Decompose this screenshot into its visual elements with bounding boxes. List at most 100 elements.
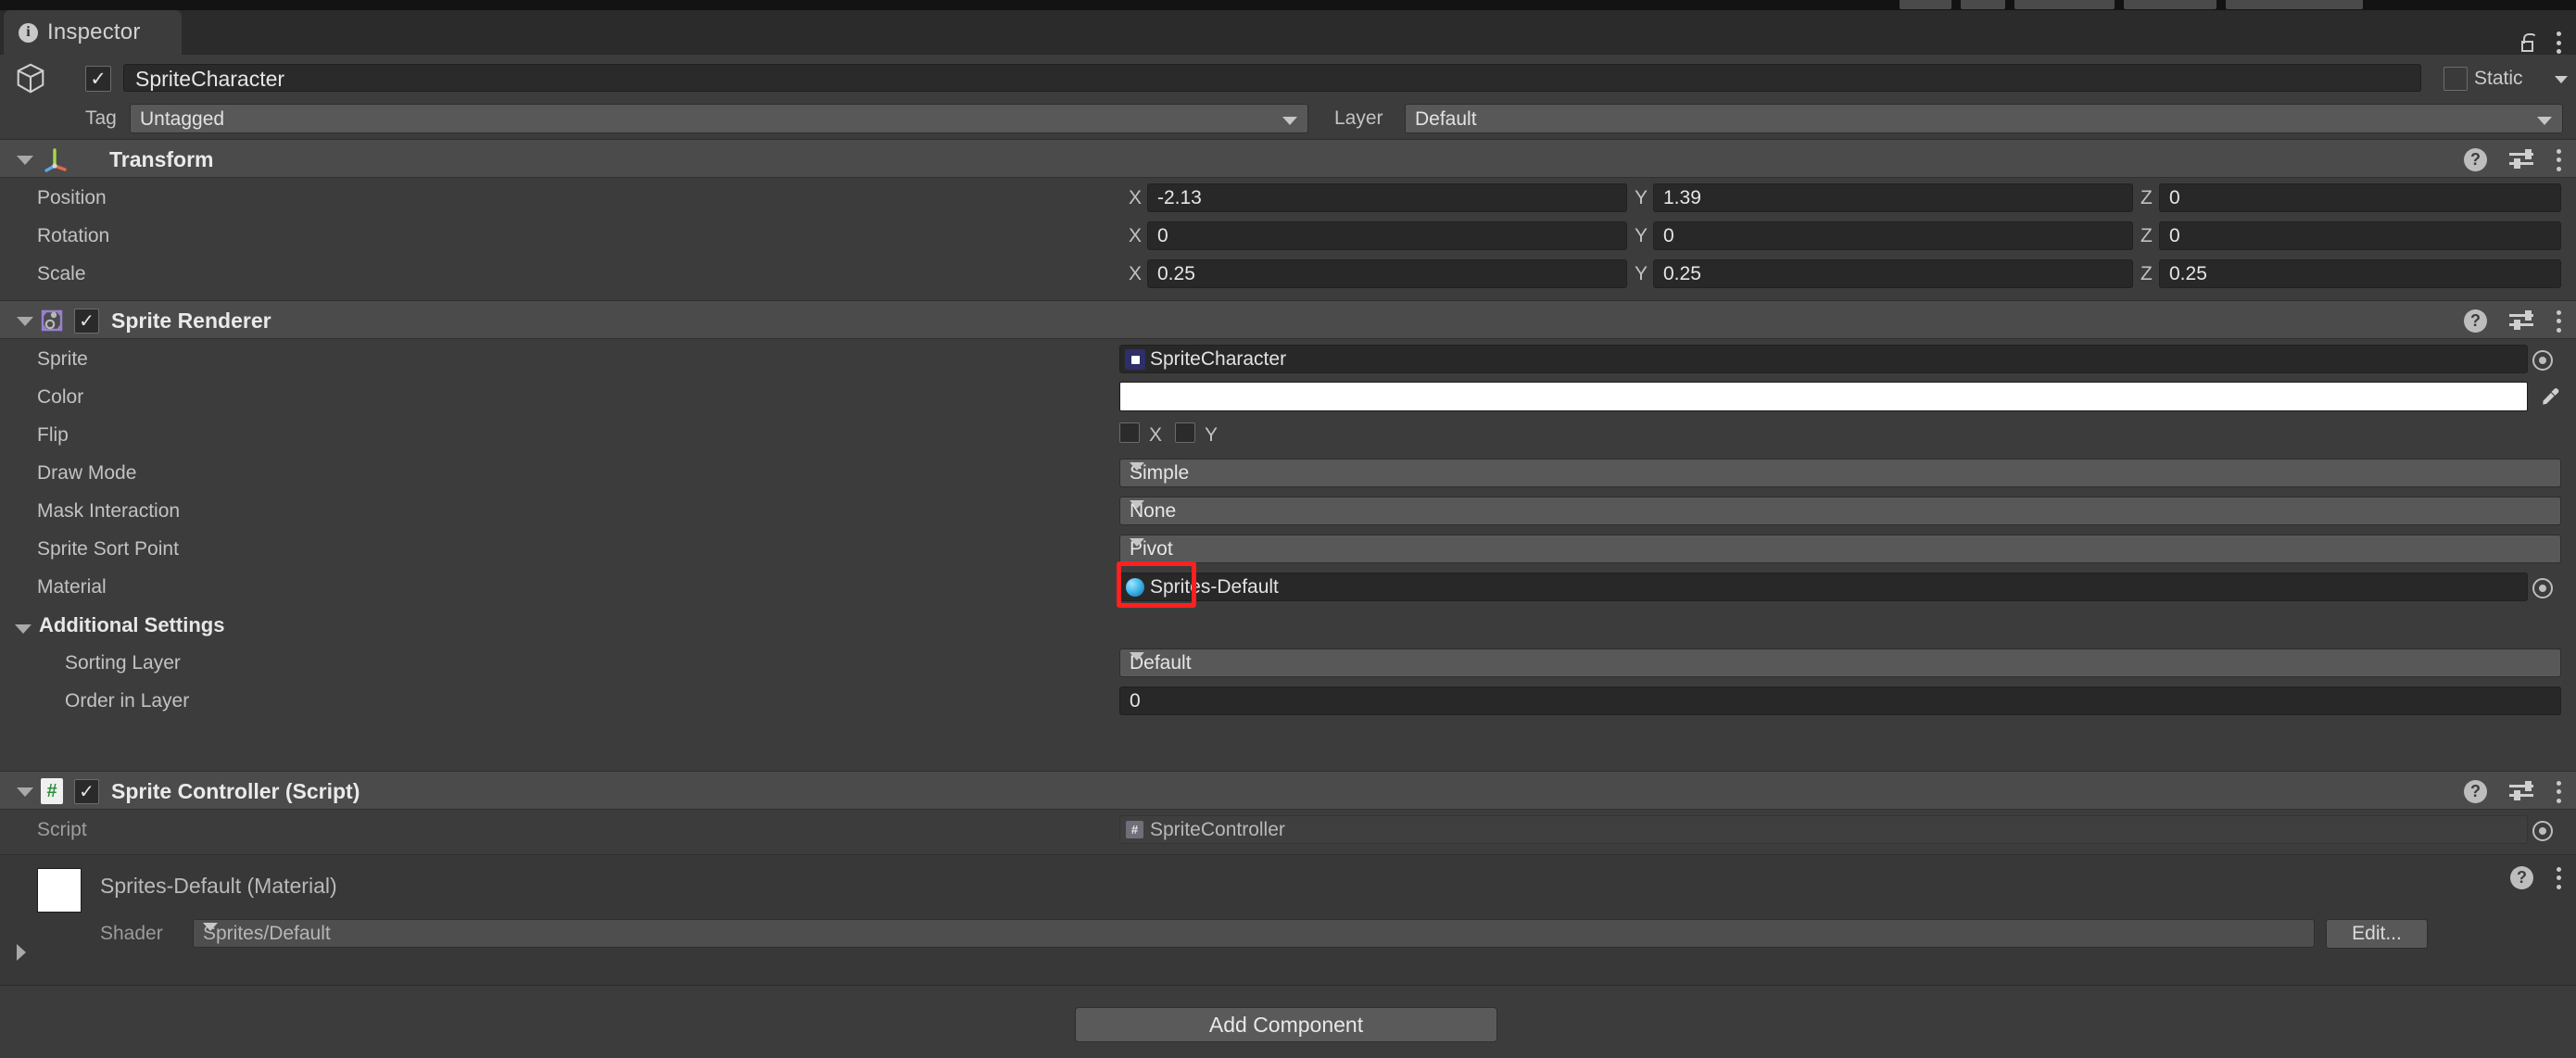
toolbar-button-2[interactable] <box>1961 0 2005 9</box>
flip-y-label: Y <box>1205 424 1219 446</box>
material-ball-icon <box>1126 578 1144 597</box>
scale-y-value: 0.25 <box>1663 263 1701 284</box>
script-icon: # <box>41 778 63 804</box>
gameobject-enabled-checkbox[interactable]: ✓ <box>85 66 111 92</box>
transform-foldout-icon[interactable] <box>17 156 33 165</box>
help-icon[interactable]: ? <box>2464 780 2487 803</box>
row-mask-interaction: Mask Interaction None <box>0 496 2576 534</box>
component-header-sprite-renderer[interactable]: ✓ Sprite Renderer ? <box>0 300 2576 339</box>
help-icon[interactable]: ? <box>2510 866 2533 889</box>
label-rotation: Rotation <box>37 225 110 246</box>
gameobject-header: ✓ SpriteCharacter Static <box>0 55 2576 99</box>
material-inspector-foldout-icon[interactable] <box>17 944 26 961</box>
color-swatch-field[interactable] <box>1119 382 2528 411</box>
component-body-sprite-renderer: Sprite SpriteCharacter Color Flip X Y Dr… <box>0 339 2576 771</box>
transform-context-menu-icon[interactable] <box>2556 148 2561 171</box>
preset-icon[interactable] <box>2509 780 2533 802</box>
gameobject-name-field[interactable]: SpriteCharacter <box>123 64 2421 92</box>
static-checkbox[interactable] <box>2443 67 2468 91</box>
position-x-field[interactable]: -2.13 <box>1147 183 1627 212</box>
script-object-picker-icon[interactable] <box>2532 821 2553 841</box>
script-object-field[interactable]: # SpriteController <box>1119 815 2553 844</box>
sprite-renderer-foldout-icon[interactable] <box>17 317 33 326</box>
row-color: Color <box>0 382 2576 420</box>
rotation-z-value: 0 <box>2169 225 2180 246</box>
mask-interaction-dropdown[interactable]: None <box>1119 497 2561 525</box>
sprite-renderer-header-icons: ? <box>2464 309 2561 333</box>
layer-dropdown[interactable]: Default <box>1405 104 2563 133</box>
label-script: Script <box>37 819 87 840</box>
lock-icon[interactable] <box>2520 33 2537 52</box>
label-position: Position <box>37 187 107 208</box>
eyedropper-icon[interactable] <box>2539 385 2561 408</box>
position-y-field[interactable]: 1.39 <box>1653 183 2133 212</box>
toolbar-button-5[interactable] <box>2226 0 2363 9</box>
rotation-z-field[interactable]: 0 <box>2159 221 2561 250</box>
component-title-transform: Transform <box>109 147 214 171</box>
sprite-value: SpriteCharacter <box>1150 348 1287 370</box>
order-in-layer-field[interactable]: 0 <box>1119 686 2561 715</box>
sprite-object-picker-icon[interactable] <box>2532 350 2553 371</box>
toolbar-button-4[interactable] <box>2124 0 2216 9</box>
sprite-controller-enabled-checkbox[interactable]: ✓ <box>74 779 99 804</box>
sprite-controller-enabled-glyph: ✓ <box>79 781 95 802</box>
material-edit-button[interactable]: Edit... <box>2326 919 2428 949</box>
row-additional-settings[interactable]: Additional Settings <box>0 610 2576 648</box>
script-asset-icon: # <box>1126 821 1143 838</box>
draw-mode-dropdown[interactable]: Simple <box>1119 459 2561 487</box>
add-component-button[interactable]: Add Component <box>1075 1007 1497 1042</box>
help-icon[interactable]: ? <box>2464 309 2487 333</box>
preset-icon[interactable] <box>2509 148 2533 170</box>
material-inspector-title: Sprites-Default (Material) <box>100 874 337 898</box>
shader-value: Sprites/Default <box>203 923 331 944</box>
component-header-sprite-controller[interactable]: # ✓ Sprite Controller (Script) ? <box>0 771 2576 810</box>
preset-icon[interactable] <box>2509 309 2533 332</box>
label-sprite: Sprite <box>37 348 88 370</box>
sprite-sort-point-dropdown[interactable]: Pivot <box>1119 535 2561 563</box>
static-dropdown-arrow-icon[interactable] <box>2555 76 2568 83</box>
material-context-menu-icon[interactable] <box>2556 866 2561 889</box>
flip-y-checkbox[interactable] <box>1175 422 1195 443</box>
sprite-renderer-context-menu-icon[interactable] <box>2556 309 2561 333</box>
sorting-layer-dropdown[interactable]: Default <box>1119 649 2561 677</box>
tab-inspector-label: Inspector <box>47 19 141 44</box>
rotation-y-field[interactable]: 0 <box>1653 221 2133 250</box>
row-script: Script # SpriteController <box>0 814 2576 852</box>
shader-dropdown[interactable]: Sprites/Default <box>193 919 2315 948</box>
tag-dropdown[interactable]: Untagged <box>130 104 1308 133</box>
component-header-transform[interactable]: Transform ? <box>0 139 2576 178</box>
sprite-renderer-enabled-checkbox[interactable]: ✓ <box>74 309 99 334</box>
scale-y-field[interactable]: 0.25 <box>1653 259 2133 288</box>
rotation-x-field[interactable]: 0 <box>1147 221 1627 250</box>
transform-axis-icon <box>44 148 67 172</box>
tag-chevron-down-icon <box>1282 117 1297 125</box>
sprite-object-field[interactable]: SpriteCharacter <box>1119 345 2553 373</box>
additional-settings-foldout-icon[interactable] <box>15 624 32 634</box>
help-icon[interactable]: ? <box>2464 148 2487 171</box>
sprite-controller-foldout-icon[interactable] <box>17 787 33 797</box>
sprite-asset-icon <box>1125 349 1145 370</box>
sprite-controller-context-menu-icon[interactable] <box>2556 780 2561 803</box>
scale-y-axis-label: Y <box>1635 263 1648 284</box>
scale-x-field[interactable]: 0.25 <box>1147 259 1627 288</box>
toolbar-button-3[interactable] <box>2014 0 2115 9</box>
label-draw-mode: Draw Mode <box>37 462 137 484</box>
component-body-transform: Position X -2.13 Y 1.39 Z 0 Rotation X 0… <box>0 178 2576 300</box>
material-inspector-header-icons: ? <box>2510 866 2561 889</box>
tab-inspector[interactable]: i Inspector <box>4 10 182 55</box>
scale-z-value: 0.25 <box>2169 263 2207 284</box>
material-object-field[interactable]: Sprites-Default <box>1119 573 2553 601</box>
material-inline-inspector: Sprites-Default (Material) Shader Sprite… <box>0 854 2576 986</box>
position-z-field[interactable]: 0 <box>2159 183 2561 212</box>
flip-x-checkbox[interactable] <box>1119 422 1140 443</box>
toolbar-button-1[interactable] <box>1900 0 1951 9</box>
kebab-menu-icon[interactable] <box>2556 31 2561 54</box>
row-flip: Flip X Y <box>0 420 2576 458</box>
scale-z-field[interactable]: 0.25 <box>2159 259 2561 288</box>
material-object-picker-icon[interactable] <box>2532 578 2553 598</box>
flip-x-label: X <box>1149 424 1163 446</box>
sprite-controller-header-icons: ? <box>2464 780 2561 803</box>
row-rotation: Rotation X 0 Y 0 Z 0 <box>0 220 2576 258</box>
rotation-y-value: 0 <box>1663 225 1674 246</box>
scale-x-value: 0.25 <box>1157 263 1195 284</box>
